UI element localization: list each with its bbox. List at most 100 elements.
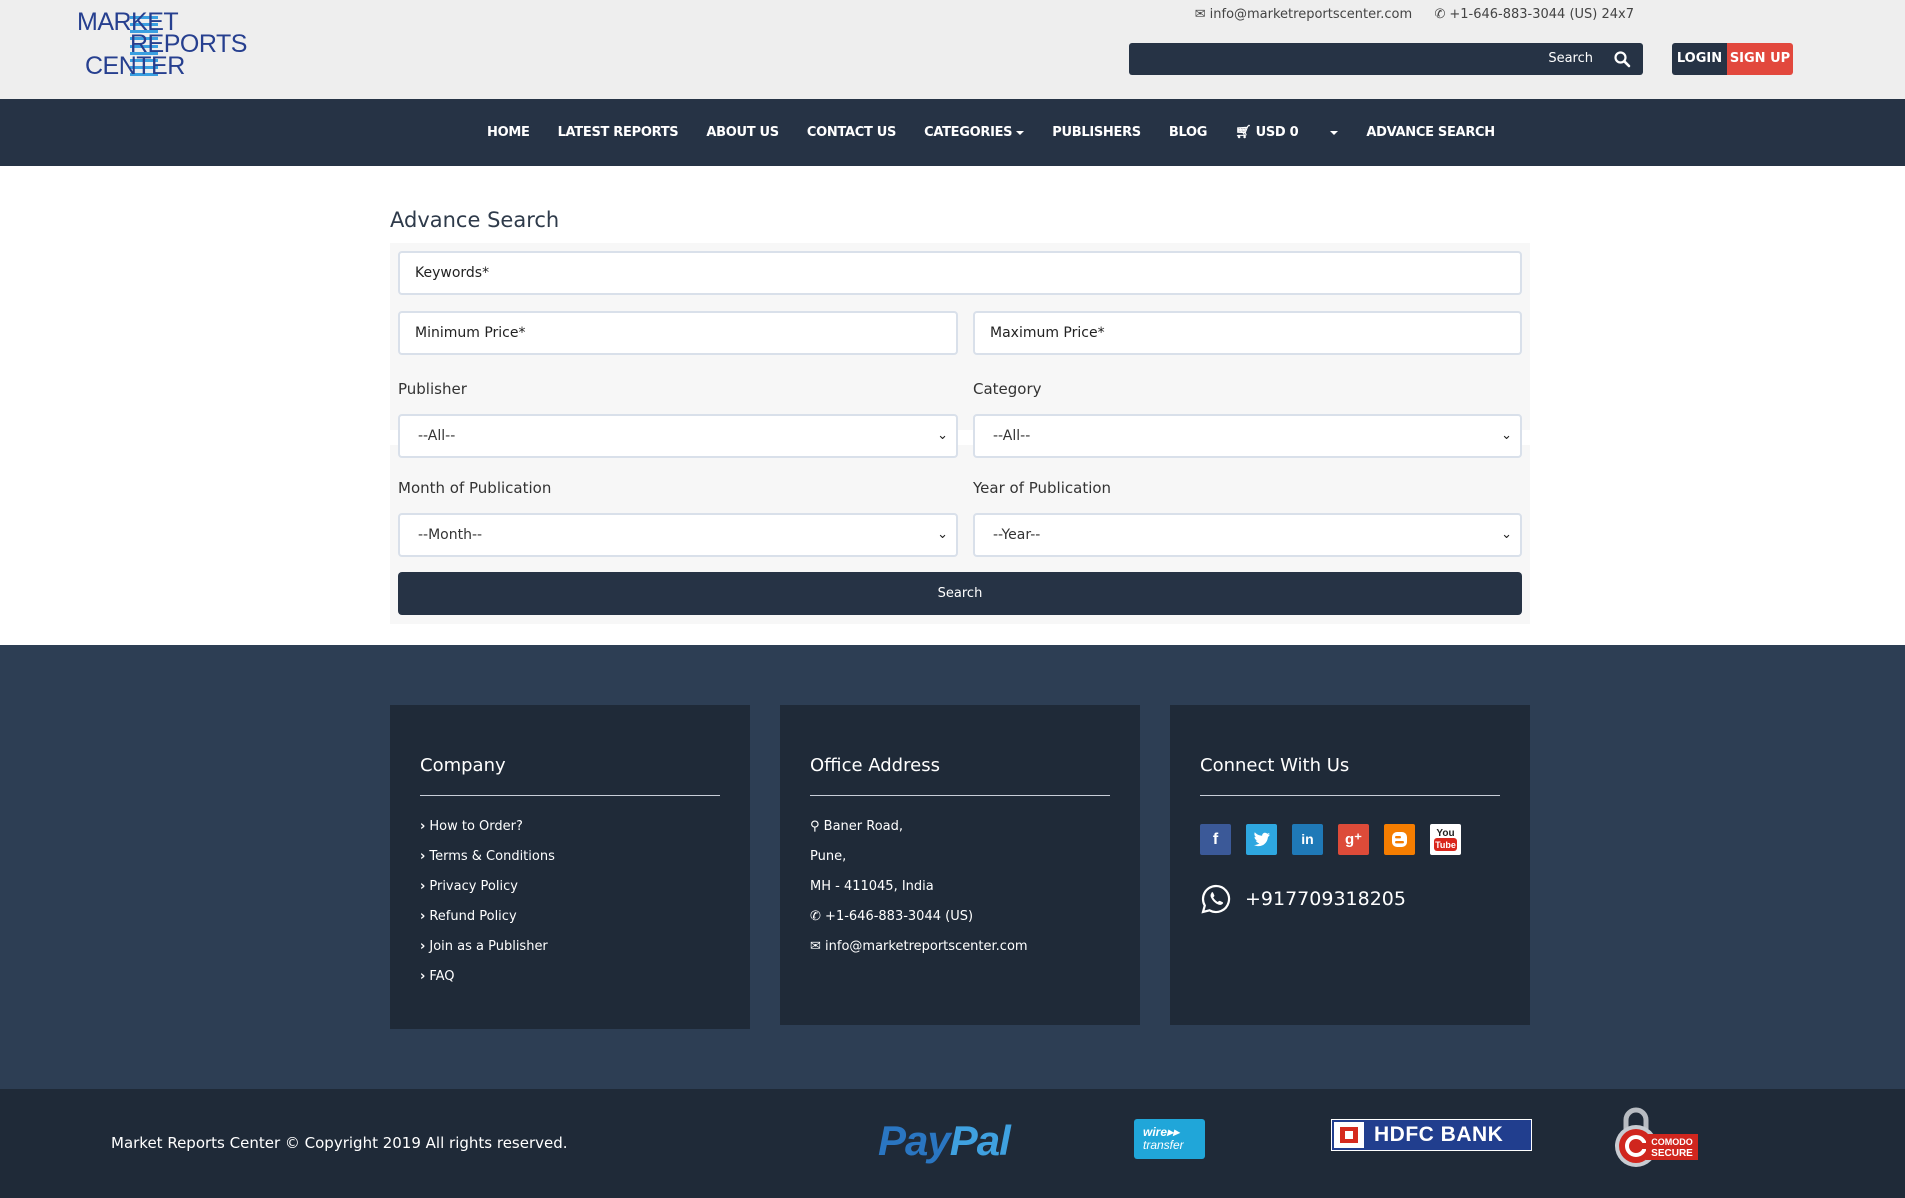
- caret-down-icon: [1016, 130, 1025, 135]
- whatsapp-contact[interactable]: +917709318205: [1200, 883, 1406, 915]
- nav-about-us[interactable]: ABOUT US: [706, 125, 779, 140]
- caret-down-icon: [1330, 130, 1339, 135]
- svg-text:You: You: [1436, 828, 1454, 839]
- google-plus-icon[interactable]: g⁺: [1338, 824, 1369, 855]
- hdfc-bank-logo: HDFC BANK: [1331, 1119, 1532, 1151]
- nav-advance-search[interactable]: ADVANCE SEARCH: [1366, 125, 1495, 140]
- company-links: › How to Order? › Terms & Conditions › Priv…: [420, 819, 555, 999]
- social-links: f in g⁺ You Tube: [1200, 824, 1476, 855]
- header-contact: ✉ info@marketreportscenter.com ✆ +1-646-88…: [1195, 7, 1634, 22]
- footer-link[interactable]: › How to Order?: [420, 819, 555, 849]
- category-label: Category: [973, 380, 1042, 398]
- bottom-bar: Market Reports Center © Copyright 2019 A…: [0, 1089, 1905, 1198]
- envelope-icon: ✉: [810, 939, 821, 954]
- footer-link-label: Privacy Policy: [429, 879, 518, 894]
- login-button[interactable]: LOGIN: [1672, 43, 1727, 75]
- chevron-right-icon: ›: [420, 849, 426, 864]
- comodo-line-1: COMODO: [1651, 1137, 1693, 1147]
- office-title: Office Address: [810, 755, 940, 776]
- main-nav: HOME LATEST REPORTS ABOUT US CONTACT US …: [0, 99, 1905, 166]
- year-label: Year of Publication: [973, 479, 1112, 497]
- nav-publishers[interactable]: PUBLISHERS: [1052, 125, 1141, 140]
- envelope-icon: ✉: [1194, 7, 1206, 22]
- max-price-input[interactable]: [990, 325, 1520, 341]
- footer-link[interactable]: › Terms & Conditions: [420, 849, 555, 879]
- min-price-input[interactable]: [415, 325, 956, 341]
- twitter-icon[interactable]: [1246, 824, 1277, 855]
- signup-button[interactable]: SIGN UP: [1727, 43, 1793, 75]
- footer-link[interactable]: › Join as a Publisher: [420, 939, 555, 969]
- footer-link[interactable]: › Refund Policy: [420, 909, 555, 939]
- blogger-icon[interactable]: [1384, 824, 1415, 855]
- office-phone: ✆ +1-646-883-3044 (US): [810, 909, 1028, 939]
- category-select-value: --All--: [993, 428, 1031, 444]
- publisher-select[interactable]: --All-- ⌄: [398, 414, 958, 458]
- publisher-select-value: --All--: [418, 428, 456, 444]
- wire-line-1: wire: [1143, 1125, 1168, 1139]
- address-line: ⚲ Baner Road,: [810, 819, 1028, 849]
- chevron-right-icon: ›: [420, 819, 426, 834]
- year-select[interactable]: --Year-- ⌄: [973, 513, 1522, 557]
- footer-link[interactable]: › Privacy Policy: [420, 879, 555, 909]
- footer-link-label: Terms & Conditions: [429, 849, 555, 864]
- chevron-down-icon: ⌄: [1501, 527, 1512, 542]
- submit-search-button[interactable]: Search: [398, 572, 1522, 615]
- nav-dropdown-toggle[interactable]: [1326, 125, 1339, 140]
- chevron-down-icon: ⌄: [1501, 428, 1512, 443]
- header-phone: +1-646-883-3044 (US) 24x7: [1449, 7, 1634, 22]
- nav-home[interactable]: HOME: [487, 125, 530, 140]
- comodo-secure-badge: COMODO SECURE: [1615, 1107, 1698, 1167]
- office-card: Office Address ⚲ Baner Road, Pune, MH - …: [780, 705, 1140, 1025]
- nav-latest-reports[interactable]: LATEST REPORTS: [558, 125, 679, 140]
- nav-cart[interactable]: 🛒︎ USD 0: [1235, 125, 1299, 140]
- chevron-down-icon: ⌄: [937, 527, 948, 542]
- wire-line-2: transfer: [1143, 1138, 1184, 1152]
- footer-link-label: Join as a Publisher: [429, 939, 548, 954]
- keywords-field[interactable]: [398, 251, 1522, 295]
- keywords-input[interactable]: [415, 265, 1520, 281]
- paypal-pal: Pal: [949, 1117, 1011, 1164]
- nav-categories-label: CATEGORIES: [924, 125, 1013, 140]
- wire-transfer-logo: wire▸▸ transfer: [1134, 1119, 1205, 1159]
- search-icon[interactable]: [1613, 50, 1631, 68]
- site-logo[interactable]: MARKET REPORTS CENTER: [77, 10, 247, 80]
- nav-contact-us[interactable]: CONTACT US: [807, 125, 897, 140]
- divider: [810, 795, 1110, 796]
- office-email[interactable]: ✉ info@marketreportscenter.com: [810, 939, 1028, 969]
- comodo-line-2: SECURE: [1651, 1148, 1693, 1159]
- linkedin-icon[interactable]: in: [1292, 824, 1323, 855]
- search-button-label[interactable]: Search: [1548, 51, 1593, 66]
- search-input[interactable]: [1135, 47, 1535, 71]
- facebook-icon[interactable]: f: [1200, 824, 1231, 855]
- month-select-value: --Month--: [418, 527, 483, 543]
- month-select[interactable]: --Month-- ⌄: [398, 513, 958, 557]
- divider: [1200, 795, 1500, 796]
- month-label: Month of Publication: [398, 479, 552, 497]
- header-search: Search: [1129, 43, 1643, 75]
- max-price-field[interactable]: [973, 311, 1522, 355]
- office-phone-number: +1-646-883-3044 (US): [825, 909, 974, 924]
- chevron-right-icon: ›: [420, 969, 426, 984]
- divider: [420, 795, 720, 796]
- footer-link-label: FAQ: [429, 969, 455, 984]
- chevron-right-icon: ›: [420, 909, 426, 924]
- copyright-text: Market Reports Center © Copyright 2019 A…: [111, 1134, 568, 1152]
- cart-icon: 🛒︎: [1235, 125, 1252, 140]
- youtube-icon[interactable]: You Tube: [1430, 824, 1461, 855]
- connect-title: Connect With Us: [1200, 755, 1350, 776]
- footer-link-label: Refund Policy: [429, 909, 517, 924]
- svg-text:Tube: Tube: [1435, 840, 1456, 850]
- connect-card: Connect With Us f in g⁺ You Tube +9177093…: [1170, 705, 1530, 1025]
- min-price-field[interactable]: [398, 311, 958, 355]
- chevron-right-icon: ›: [420, 939, 426, 954]
- footer-link[interactable]: › FAQ: [420, 969, 555, 999]
- category-select[interactable]: --All-- ⌄: [973, 414, 1522, 458]
- year-select-value: --Year--: [993, 527, 1041, 543]
- nav-blog[interactable]: BLOG: [1169, 125, 1208, 140]
- paypal-logo: PayPal: [878, 1117, 1011, 1165]
- map-marker-icon: ⚲: [810, 819, 820, 834]
- nav-categories[interactable]: CATEGORIES: [924, 125, 1025, 140]
- header-email[interactable]: info@marketreportscenter.com: [1210, 7, 1413, 22]
- logo-line-3: CENTER: [85, 52, 185, 80]
- address-line-1: Baner Road,: [823, 819, 904, 834]
